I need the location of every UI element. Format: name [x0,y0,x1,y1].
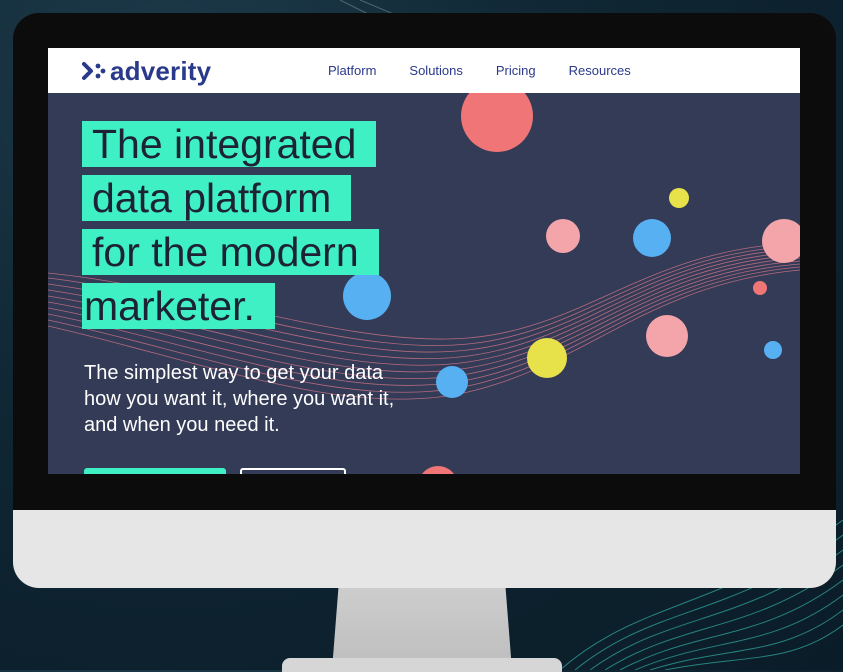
nav-item-solutions[interactable]: Solutions [409,63,462,78]
hero-headline: The integrated data platform for the mod… [82,121,379,337]
headline-line-1: The integrated [82,121,377,167]
decor-circle [753,281,767,295]
decor-circle [669,188,689,208]
top-navigation-bar: adverity Platform Solutions Pricing Reso… [48,48,800,93]
subtext-line-2: how you want it, where you want it, [84,388,395,410]
nav-item-pricing[interactable]: Pricing [496,63,536,78]
monitor-stand [332,578,512,670]
secondary-cta-button[interactable] [240,468,346,474]
decor-circle [527,338,567,378]
monitor-chin [13,510,836,588]
subtext-line-1: The simplest way to get your data [84,362,384,384]
decor-circle [633,219,671,257]
decor-circle [461,93,533,152]
hero-subtext: The simplest way to get your data how yo… [84,360,464,438]
adverity-logo-icon [82,62,106,80]
nav-item-platform[interactable]: Platform [328,63,376,78]
website-screen: adverity Platform Solutions Pricing Reso… [48,48,800,474]
decor-circle [422,466,454,474]
decor-circle [646,315,688,357]
nav-item-resources[interactable]: Resources [569,63,631,78]
brand-logo[interactable]: adverity [82,56,211,86]
headline-line-4: marketer. [82,283,275,329]
decor-circle [546,219,580,253]
nav-links: Platform Solutions Pricing Resources [328,63,664,78]
brand-name: adverity [110,55,212,86]
decor-circle [764,341,782,359]
headline-line-3: for the modern [82,229,379,275]
subtext-line-3: and when you need it. [84,414,280,436]
headline-line-2: data platform [82,175,352,221]
decor-circle [762,219,800,263]
primary-cta-button[interactable] [84,468,226,474]
